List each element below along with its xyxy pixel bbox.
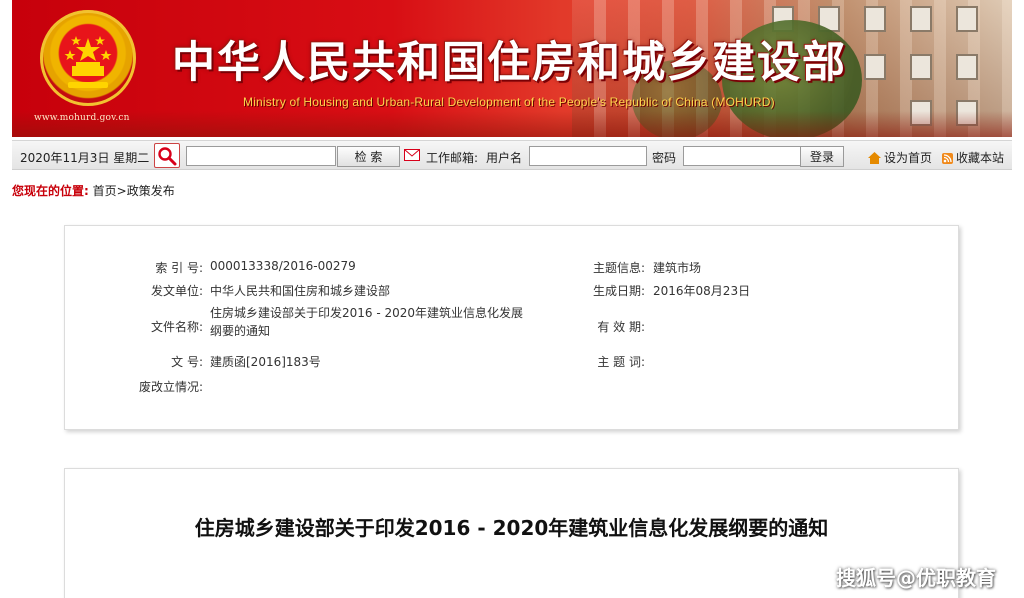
password-label: 密码	[652, 151, 677, 165]
set-home-link[interactable]: 设为首页	[868, 149, 932, 166]
site-url: www.mohurd.gov.cn	[34, 113, 130, 123]
breadcrumb-separator: >	[116, 184, 127, 198]
site-subtitle: Ministry of Housing and Urban-Rural Deve…	[243, 95, 775, 109]
home-icon	[868, 152, 881, 164]
banner-ground	[12, 111, 1012, 137]
favorite-label: 收藏本站	[956, 151, 1005, 165]
subject-label: 主题信息:	[592, 261, 645, 275]
username-input[interactable]	[529, 146, 647, 166]
doc-no-label: 文 号:	[171, 355, 203, 369]
date-value: 2016年08月23日	[653, 284, 751, 298]
set-home-label: 设为首页	[884, 151, 933, 165]
site-banner: www.mohurd.gov.cn 中华人民共和国住房和城乡建设部 Minist…	[12, 0, 1012, 137]
issuer-label: 发文单位:	[150, 284, 203, 298]
search-button[interactable]: 检 索	[337, 146, 400, 167]
issuer-value: 中华人民共和国住房和城乡建设部	[210, 284, 391, 298]
index-label: 索 引 号:	[155, 261, 203, 275]
top-toolbar: 2020年11月3日 星期二 检 索 工作邮箱: 用户名 密码 登录 设为首页 …	[12, 140, 1012, 170]
doc-name-label: 文件名称:	[150, 320, 203, 334]
breadcrumb: 您现在的位置: 首页>政策发布	[12, 182, 175, 199]
watermark: 搜狐号@优职教育	[836, 566, 996, 590]
site-title: 中华人民共和国住房和城乡建设部	[172, 38, 847, 88]
revision-label: 废改立情况:	[138, 380, 203, 394]
date-label: 生成日期:	[592, 284, 645, 298]
doc-no-value: 建质函[2016]183号	[210, 355, 321, 369]
national-emblem-icon	[40, 10, 136, 106]
banner-window	[910, 6, 932, 32]
index-value: 000013338/2016-00279	[210, 259, 356, 273]
banner-window	[956, 6, 978, 32]
banner-window	[956, 54, 978, 80]
banner-window	[864, 6, 886, 32]
document-info-card: 索 引 号: 000013338/2016-00279 发文单位: 中华人民共和…	[64, 225, 959, 430]
subject-value: 建筑市场	[653, 261, 702, 275]
doc-name-value: 住房城乡建设部关于印发2016 - 2020年建筑业信息化发展纲要的通知	[210, 306, 524, 338]
banner-window	[864, 54, 886, 80]
favorite-link[interactable]: 收藏本站	[942, 149, 1004, 166]
current-date: 2020年11月3日 星期二	[20, 151, 150, 165]
password-input[interactable]	[683, 146, 801, 166]
article-title: 住房城乡建设部关于印发2016 - 2020年建筑业信息化发展纲要的通知	[194, 516, 829, 540]
rss-icon	[942, 153, 953, 164]
breadcrumb-current[interactable]: 政策发布	[127, 184, 175, 198]
username-label: 用户名	[486, 151, 523, 165]
article-card: 住房城乡建设部关于印发2016 - 2020年建筑业信息化发展纲要的通知	[64, 468, 959, 598]
validity-label: 有 效 期:	[597, 320, 645, 334]
mail-label: 工作邮箱:	[426, 151, 479, 165]
mail-icon	[404, 149, 420, 164]
keywords-label: 主 题 词:	[597, 355, 645, 369]
page: www.mohurd.gov.cn 中华人民共和国住房和城乡建设部 Minist…	[0, 0, 1024, 598]
login-button[interactable]: 登录	[800, 146, 844, 167]
search-icon[interactable]	[154, 143, 180, 168]
breadcrumb-home[interactable]: 首页	[93, 184, 117, 198]
search-input[interactable]	[186, 146, 336, 166]
banner-window	[910, 54, 932, 80]
breadcrumb-label: 您现在的位置:	[12, 184, 89, 198]
